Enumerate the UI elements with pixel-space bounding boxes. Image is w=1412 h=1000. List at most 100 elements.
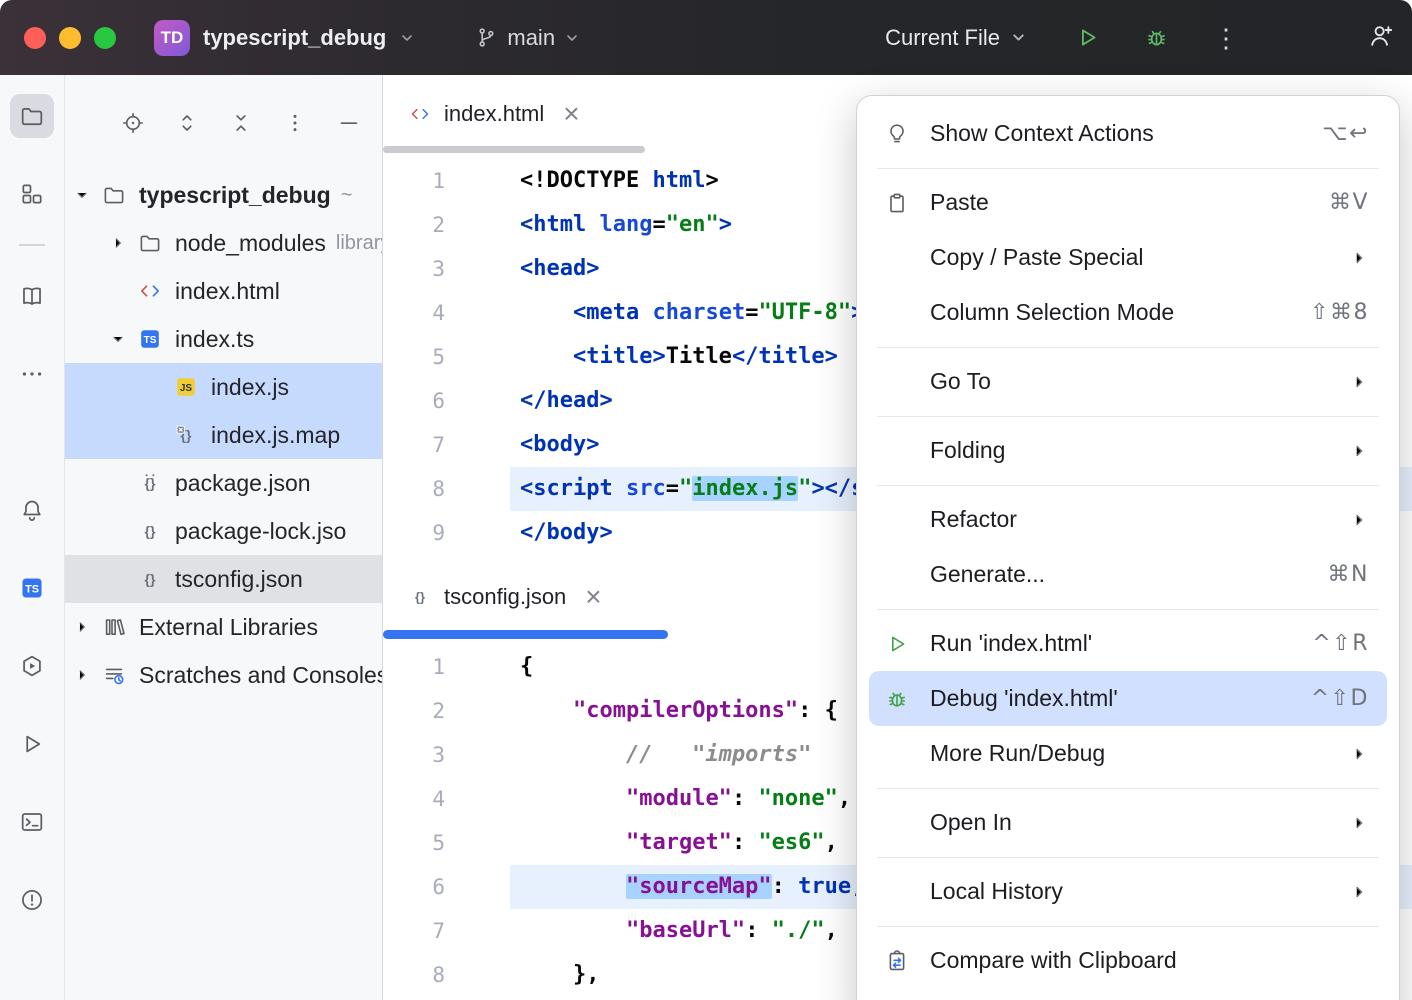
locate-button[interactable]	[120, 110, 146, 136]
add-user-button[interactable]	[1367, 22, 1394, 54]
menu-separator	[877, 609, 1379, 610]
menu-item-open-in[interactable]: Open In	[869, 795, 1387, 850]
menu-item-label: Paste	[930, 189, 989, 216]
bulb-icon	[885, 122, 909, 146]
notifications-icon	[19, 497, 45, 523]
menu-item-local-history[interactable]: Local History	[869, 864, 1387, 919]
menu-item-paste[interactable]: Paste⌘V	[869, 175, 1387, 230]
run-icon	[1075, 25, 1100, 50]
tool-button-problems[interactable]	[10, 878, 54, 922]
chevron-right-icon[interactable]	[65, 666, 99, 684]
tool-button-notifications[interactable]	[10, 488, 54, 532]
chevron-down-icon[interactable]	[101, 330, 135, 348]
tree-item-index-html[interactable]: index.html	[65, 267, 382, 315]
menu-item-refactor[interactable]: Refactor	[869, 492, 1387, 547]
menu-separator	[877, 857, 1379, 858]
menu-item-generate[interactable]: Generate...⌘N	[869, 547, 1387, 602]
svg-text:JS: JS	[180, 383, 193, 394]
ts-badge-icon: TS	[19, 575, 45, 601]
menu-item-copy-paste-special[interactable]: Copy / Paste Special	[869, 230, 1387, 285]
close-tab-icon[interactable]: ×	[585, 583, 601, 611]
close-tab-icon[interactable]: ×	[563, 100, 579, 128]
project-tool-window: typescript_debug~node_moduleslibrary roo…	[65, 75, 383, 1000]
lib-icon	[102, 615, 126, 639]
debug-button[interactable]	[1144, 25, 1169, 50]
json-icon: {}	[138, 519, 162, 543]
hide-button[interactable]	[336, 110, 362, 136]
kebab-button[interactable]	[282, 110, 308, 136]
menu-item-label: Compare with Clipboard	[930, 947, 1177, 974]
tree-item-label: package.json	[175, 470, 311, 497]
html-file-icon	[409, 103, 431, 125]
menu-item-folding[interactable]: Folding	[869, 423, 1387, 478]
more-actions-button[interactable]: ⋮	[1213, 25, 1239, 51]
chevron-right-icon[interactable]	[101, 234, 135, 252]
tree-item-external-libraries[interactable]: External Libraries	[65, 603, 382, 651]
tool-button-bookmarks[interactable]	[10, 274, 54, 318]
editor-tab-tsconfig-json[interactable]: {} tsconfig.json ×	[383, 555, 628, 639]
tree-item-index-js-map[interactable]: {}index.js.map	[65, 411, 382, 459]
svg-text:{}: {}	[145, 475, 156, 491]
tree-item-scratches-and-consoles[interactable]: Scratches and Consoles	[65, 651, 382, 699]
menu-item-label: Generate...	[930, 561, 1045, 588]
run-configuration-selector[interactable]: Current File	[885, 25, 1027, 51]
project-name: typescript_debug	[203, 25, 386, 51]
tree-item-node-modules[interactable]: node_moduleslibrary root	[65, 219, 382, 267]
chevron-right-icon[interactable]	[65, 618, 99, 636]
menu-item-more-run-debug[interactable]: More Run/Debug	[869, 726, 1387, 781]
line-number: 5	[383, 335, 510, 379]
menu-item-label: Column Selection Mode	[930, 299, 1174, 326]
scratches-icon	[102, 663, 126, 687]
tool-button-ts-badge[interactable]: TS	[10, 566, 54, 610]
services-icon	[19, 653, 45, 679]
tree-item-package-json[interactable]: {} package.json	[65, 459, 382, 507]
svg-text:{}: {}	[145, 523, 156, 539]
line-number: 5	[383, 821, 510, 865]
run-button[interactable]	[1075, 25, 1100, 50]
git-branch-widget[interactable]: main	[475, 25, 580, 51]
menu-shortcut: ^⇧D	[1311, 686, 1369, 711]
project-widget[interactable]: TD typescript_debug	[154, 20, 415, 56]
menu-item-compare-with-clipboard[interactable]: Compare with Clipboard	[869, 933, 1387, 988]
titlebar: TD typescript_debug main Current File	[0, 0, 1412, 75]
menu-item-run-index-html[interactable]: Run 'index.html'^⇧R	[869, 616, 1387, 671]
tree-item-label: tsconfig.json	[175, 566, 303, 593]
tool-button-structure[interactable]	[10, 172, 54, 216]
submenu-chevron-icon	[1349, 441, 1369, 461]
menu-item-column-selection-mode[interactable]: Column Selection Mode⇧⌘8	[869, 285, 1387, 340]
menu-item-show-context-actions[interactable]: Show Context Actions⌥↩	[869, 106, 1387, 161]
collapse-all-button[interactable]	[228, 110, 254, 136]
tree-item-package-lock-jso[interactable]: {}package-lock.jso	[65, 507, 382, 555]
close-window-button[interactable]	[24, 27, 46, 49]
chevron-down-icon[interactable]	[65, 186, 99, 204]
tool-button-more[interactable]	[10, 352, 54, 396]
project-tree: typescript_debug~node_moduleslibrary roo…	[65, 171, 382, 699]
line-number: 3	[383, 733, 510, 777]
line-number: 2	[383, 689, 510, 733]
menu-separator	[877, 788, 1379, 789]
line-number: 4	[383, 291, 510, 335]
expand-all-button[interactable]	[174, 110, 200, 136]
json-icon: {}	[138, 567, 162, 591]
tool-button-services[interactable]	[10, 644, 54, 688]
tree-item-index-js[interactable]: JSindex.js	[65, 363, 382, 411]
editor-tab-index-html[interactable]: index.html ×	[383, 75, 606, 153]
submenu-chevron-icon	[1349, 813, 1369, 833]
menu-item-go-to[interactable]: Go To	[869, 354, 1387, 409]
ts-icon: TS	[138, 327, 162, 351]
tool-button-run-tool[interactable]	[10, 722, 54, 766]
tree-item-index-ts[interactable]: TSindex.ts	[65, 315, 382, 363]
tool-button-terminal[interactable]	[10, 800, 54, 844]
context-menu: Show Context Actions⌥↩ Paste⌘VCopy / Past…	[856, 95, 1400, 1000]
html-icon	[138, 279, 162, 303]
tree-item-tsconfig-json[interactable]: {} tsconfig.json	[65, 555, 382, 603]
tree-item-label: External Libraries	[139, 614, 318, 641]
minimize-window-button[interactable]	[59, 27, 81, 49]
menu-item-label: Folding	[930, 437, 1005, 464]
tool-button-folder-tool[interactable]	[10, 94, 54, 138]
tree-item-typescript-debug[interactable]: typescript_debug~	[65, 171, 382, 219]
menu-item-debug-index-html[interactable]: Debug 'index.html'^⇧D	[869, 671, 1387, 726]
zoom-window-button[interactable]	[94, 27, 116, 49]
submenu-chevron-icon	[1349, 744, 1369, 764]
line-number: 6	[383, 865, 510, 909]
